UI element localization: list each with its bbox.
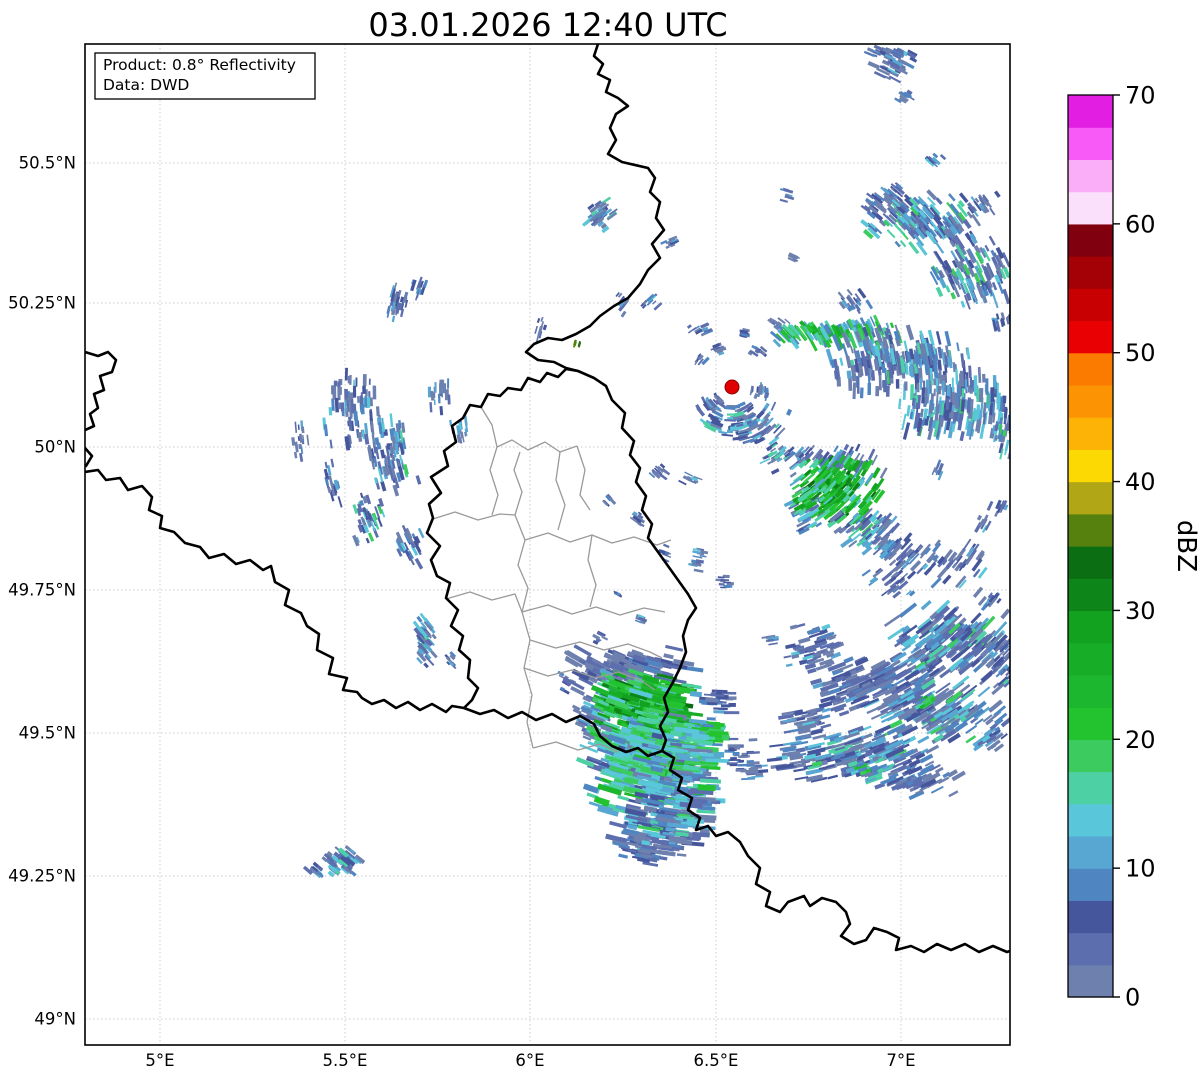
colorbar-segment	[1068, 352, 1113, 386]
colorbar-tick-label: 40	[1125, 468, 1156, 496]
annotation-data-line: Data: DWD	[103, 76, 189, 94]
colorbar-segment	[1068, 320, 1113, 354]
colorbar-segment	[1068, 417, 1113, 450]
x-axis-labels: 5°E 5.5°E 6°E 6.5°E 7°E	[145, 1051, 915, 1070]
colorbar: 0 10 20 30 40 50 60 70 dBZ	[1067, 82, 1201, 1012]
colorbar-segment	[1068, 127, 1113, 161]
x-tick-label: 5.5°E	[323, 1051, 368, 1070]
x-tick-label: 7°E	[886, 1051, 915, 1070]
colorbar-tick-label: 60	[1125, 210, 1156, 238]
y-tick-label: 49°N	[34, 1010, 76, 1029]
colorbar-segment	[1068, 449, 1113, 483]
y-tick-label: 49.25°N	[8, 867, 76, 886]
colorbar-segment	[1068, 868, 1113, 901]
colorbar-unit-label: dBZ	[1171, 520, 1201, 572]
colorbar-segment	[1068, 964, 1113, 998]
y-tick-label: 50°N	[34, 438, 76, 457]
colorbar-segment	[1068, 256, 1113, 289]
y-tick-label: 49.5°N	[19, 724, 76, 743]
colorbar-tick-label: 50	[1125, 339, 1156, 367]
radar-figure: 5°E 5.5°E 6°E 6.5°E 7°E 50.5°N 50.25°N 50°N 49.…	[0, 0, 1202, 1081]
colorbar-segment	[1068, 384, 1113, 418]
colorbar-segment	[1068, 578, 1113, 612]
colorbar-segment	[1068, 481, 1113, 515]
colorbar-segment	[1068, 739, 1113, 773]
y-axis-labels: 50.5°N 50.25°N 50°N 49.75°N 49.5°N 49.25°N 49°…	[8, 154, 76, 1029]
annotation-product-line: Product: 0.8° Reflectivity	[103, 56, 296, 74]
plot-title: 03.01.2026 12:40 UTC	[368, 6, 727, 44]
colorbar-segment	[1068, 288, 1113, 322]
y-tick-label: 49.75°N	[8, 581, 76, 600]
colorbar-segment	[1068, 513, 1113, 547]
colorbar-segment	[1068, 95, 1113, 128]
colorbar-segment	[1068, 610, 1113, 644]
colorbar-tick-label: 30	[1125, 597, 1156, 625]
x-tick-label: 5°E	[145, 1051, 174, 1070]
radar-plot-svg: 5°E 5.5°E 6°E 6.5°E 7°E 50.5°N 50.25°N 50°N 49.…	[8, 6, 1201, 1070]
colorbar-segment	[1068, 674, 1113, 708]
colorbar-tick-label: 20	[1125, 726, 1156, 754]
radar-site-marker	[724, 379, 740, 395]
colorbar-segment	[1068, 932, 1113, 966]
colorbar-segment	[1068, 159, 1113, 193]
colorbar-segment	[1068, 546, 1113, 579]
colorbar-segment	[1068, 223, 1113, 257]
colorbar-tick-label: 70	[1125, 82, 1156, 110]
colorbar-segment	[1068, 771, 1113, 805]
colorbar-segment	[1068, 835, 1113, 869]
colorbar-tick-label: 0	[1125, 984, 1140, 1012]
colorbar-segment	[1068, 191, 1113, 225]
colorbar-segment	[1068, 900, 1113, 934]
colorbar-segment	[1068, 642, 1113, 676]
y-tick-label: 50.25°N	[8, 294, 76, 313]
colorbar-tick-label: 10	[1125, 855, 1156, 883]
colorbar-segment	[1068, 803, 1113, 837]
colorbar-segment	[1068, 707, 1113, 740]
product-annotation-box: Product: 0.8° Reflectivity Data: DWD	[94, 52, 316, 100]
x-tick-label: 6.5°E	[694, 1051, 739, 1070]
x-tick-label: 6°E	[515, 1051, 544, 1070]
y-tick-label: 50.5°N	[19, 154, 76, 173]
